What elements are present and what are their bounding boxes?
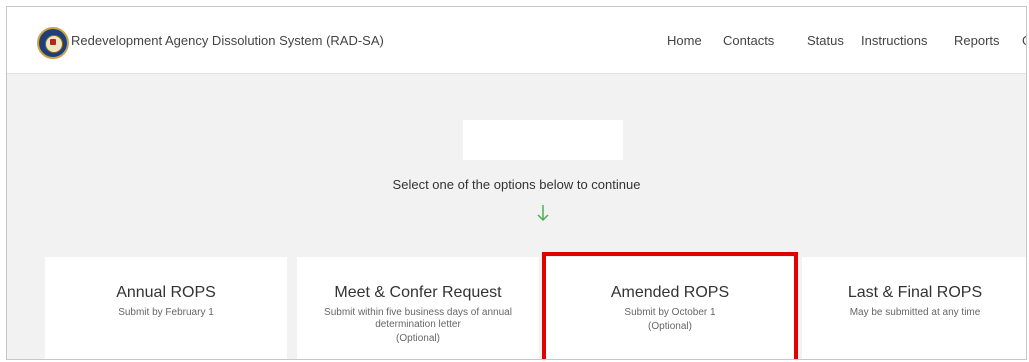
- card-subtitle: Submit by October 1: [624, 307, 716, 318]
- card-note: (Optional): [648, 321, 692, 332]
- card-title: Annual ROPS: [116, 284, 216, 301]
- card-subtitle: May be submitted at any time: [849, 307, 981, 318]
- instruction-prompt: Select one of the options below to conti…: [392, 177, 641, 192]
- nav-home-link[interactable]: Home: [667, 33, 702, 48]
- nav-contacts-link[interactable]: Contacts: [723, 33, 774, 48]
- main-nav: Home Contacts Status Instructions Report…: [7, 33, 1026, 53]
- amended-rops-card[interactable]: Amended ROPS Submit by October 1 (Option…: [545, 257, 795, 359]
- nav-truncated-link[interactable]: G: [1022, 33, 1026, 48]
- option-cards: Annual ROPS Submit by February 1 Meet & …: [7, 257, 1026, 359]
- top-header: Redevelopment Agency Dissolution System …: [7, 7, 1026, 74]
- arrow-down-icon: [537, 205, 549, 222]
- nav-reports-link[interactable]: Reports: [954, 33, 1000, 48]
- nav-instructions-link[interactable]: Instructions: [861, 33, 927, 48]
- nav-status-link[interactable]: Status: [807, 33, 844, 48]
- card-subtitle: Submit by February 1: [118, 307, 214, 318]
- card-title: Amended ROPS: [610, 284, 730, 301]
- card-title: Last & Final ROPS: [847, 284, 983, 301]
- app-window: Redevelopment Agency Dissolution System …: [6, 6, 1027, 360]
- blank-banner: [463, 120, 623, 160]
- card-note: (Optional): [396, 333, 440, 344]
- meet-confer-request-card[interactable]: Meet & Confer Request Submit within five…: [297, 257, 539, 359]
- card-title: Meet & Confer Request: [334, 284, 502, 301]
- annual-rops-card[interactable]: Annual ROPS Submit by February 1: [45, 257, 287, 359]
- last-final-rops-card[interactable]: Last & Final ROPS May be submitted at an…: [802, 257, 1026, 359]
- card-subtitle: Submit within five business days of annu…: [324, 307, 512, 330]
